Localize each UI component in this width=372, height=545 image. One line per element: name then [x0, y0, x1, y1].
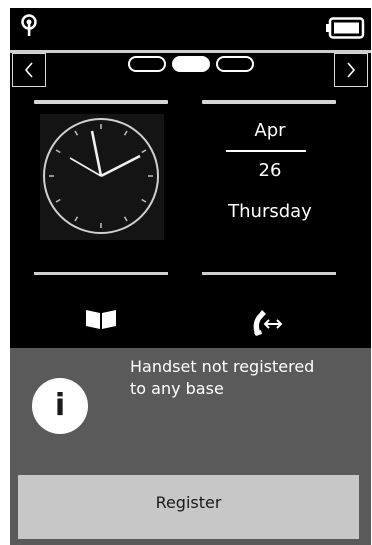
battery-icon: [326, 17, 365, 39]
call-transfer-icon[interactable]: [250, 306, 284, 336]
phonebook-icon[interactable]: [85, 308, 117, 330]
clock-hour-hand: [100, 154, 141, 178]
analog-clock-face: [43, 118, 159, 234]
notification-panel: i Handset not registered to any base Reg…: [10, 348, 371, 545]
top-divider: [10, 50, 371, 53]
clock-tile-bottom-bar: [34, 272, 168, 275]
register-button[interactable]: Register: [18, 475, 359, 539]
clock-second-hand: [69, 157, 102, 177]
date-day: 26: [258, 160, 282, 181]
antenna-signal-icon: [21, 14, 37, 36]
date-tile-top-bar: [202, 100, 336, 104]
page-dot-3[interactable]: [215, 56, 254, 72]
status-bar: [10, 8, 371, 46]
register-button-label: Register: [155, 492, 222, 512]
clock-minute-hand: [90, 130, 103, 177]
page-dot-2-active[interactable]: [171, 56, 210, 72]
date-widget[interactable]: Apr 26 Thursday: [202, 108, 338, 242]
page-dot-1[interactable]: [127, 56, 166, 72]
date-weekday: Thursday: [228, 201, 312, 222]
chevron-right-icon: [347, 62, 356, 78]
notification-message: Handset not registered to any base: [130, 356, 350, 400]
info-icon: i: [32, 378, 88, 434]
info-glyph: i: [54, 388, 66, 423]
page-indicator: [10, 56, 371, 72]
date-divider: [226, 150, 306, 152]
analog-clock-widget[interactable]: [40, 114, 164, 240]
clock-tile-top-bar: [34, 100, 168, 104]
date-month: Apr: [254, 120, 286, 141]
date-tile-bottom-bar: [202, 272, 336, 275]
message-line-2: to any base: [130, 379, 224, 398]
message-line-1: Handset not registered: [130, 357, 315, 376]
handset-screen: Apr 26 Thursday i Handset not registered…: [10, 8, 371, 545]
next-page-button[interactable]: [334, 53, 368, 87]
